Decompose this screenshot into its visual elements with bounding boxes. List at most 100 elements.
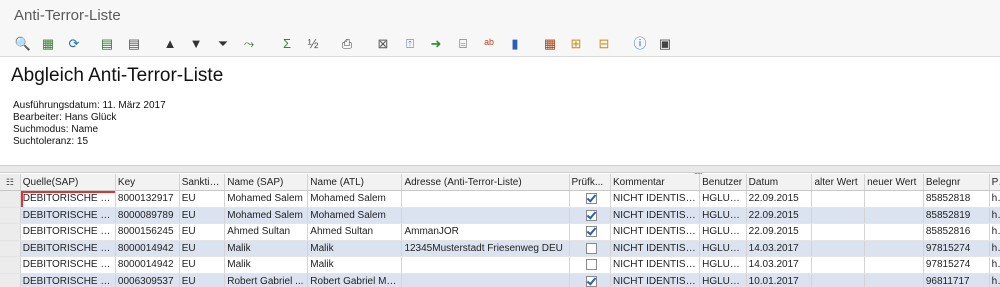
row-selector[interactable] — [0, 240, 21, 257]
column-header[interactable]: Name (ATL) — [307, 174, 403, 191]
meta-editor: Bearbeiter: Hans Glück — [13, 112, 117, 123]
table-row[interactable]: DEBITORISCHE GP 8000089789 EU Mohamed Salem… — [0, 207, 1000, 224]
print-icon[interactable]: ⎙ — [337, 33, 357, 53]
table-row[interactable]: DEBITORISCHE GP 8000014942 EU Malik Malik 123… — [0, 240, 1000, 257]
column-header[interactable]: Key — [115, 174, 180, 191]
meta-execution-date: Ausführungsdatum: 11. März 2017 — [13, 100, 166, 111]
layout-selector-icon[interactable]: ☷ — [0, 174, 21, 191]
checkbox[interactable] — [585, 193, 597, 205]
column-header[interactable]: Prüfk... — [569, 174, 611, 191]
cell-alter-wert — [811, 207, 866, 224]
row-selector[interactable] — [0, 256, 21, 274]
column-header[interactable]: Name (SAP) — [224, 174, 309, 191]
checkbox[interactable] — [585, 209, 597, 221]
detail-icon[interactable]: 🔍 — [13, 33, 33, 53]
cell-pdf: http — [989, 256, 1000, 274]
layout-icon[interactable]: ▦ — [540, 33, 560, 53]
cell-adresse: 12345Musterstadt Friesenweg DEU — [401, 240, 570, 257]
cell-sanktion: EU — [179, 207, 226, 224]
cell-pruefkennzeichen[interactable] — [569, 223, 611, 241]
sort-ascending-icon[interactable]: ▲ — [160, 33, 180, 53]
select-layout-icon[interactable]: ▤ — [97, 33, 117, 53]
column-header[interactable]: Benutzer — [699, 174, 747, 191]
cell-pruefkennzeichen[interactable] — [569, 240, 611, 257]
cell-neuer-wert — [864, 190, 924, 208]
export-icon[interactable]: ⍐ — [400, 33, 420, 53]
refresh-icon[interactable]: ⟳ — [64, 33, 84, 53]
cell-pruefkennzeichen[interactable] — [569, 256, 611, 274]
cell-benutzer: HGLUECK — [699, 223, 747, 241]
column-header[interactable]: neuer Wert — [864, 174, 924, 191]
title-bar: Anti-Terror-Liste — [0, 0, 1000, 30]
subtotal-icon[interactable]: ½ — [303, 33, 323, 53]
cell-belegnr: 85852816 — [923, 223, 990, 241]
filter-icon[interactable]: ⏷ — [213, 33, 233, 53]
layout-details-icon[interactable]: ▤ — [124, 33, 144, 53]
sum-icon[interactable]: Σ — [277, 33, 297, 53]
row-selector[interactable] — [0, 223, 21, 241]
column-header[interactable]: PDF — [989, 174, 1000, 191]
cell-key: 8000014942 — [115, 256, 180, 274]
column-header[interactable]: Sanktio... — [179, 174, 226, 191]
column-header[interactable]: Quelle(SAP) — [20, 174, 116, 191]
cell-sanktion: EU — [179, 223, 226, 241]
splitter[interactable]: ..... — [0, 165, 1000, 176]
cell-pdf: http — [989, 273, 1000, 287]
cell-adresse — [401, 273, 570, 287]
save-icon[interactable]: ▣ — [655, 33, 675, 53]
cell-name-sap: Mohamed Salem — [224, 190, 309, 208]
column-header[interactable]: Adresse (Anti-Terror-Liste) — [401, 174, 570, 191]
checkbox[interactable] — [585, 242, 597, 254]
cell-neuer-wert — [864, 207, 924, 224]
send-icon[interactable]: ➜ — [426, 33, 446, 53]
report-meta: Ausführungsdatum: 11. März 2017 Bearbeit… — [13, 100, 166, 148]
cell-pruefkennzeichen[interactable] — [569, 190, 611, 208]
cell-belegnr: 97815274 — [923, 256, 990, 274]
delete-filter-icon[interactable]: ⤳ — [239, 33, 259, 53]
column-header[interactable]: alter Wert — [811, 174, 866, 191]
row-selector[interactable] — [0, 207, 21, 224]
table-row[interactable]: DEBITORISCHE GP 8000132917 EU Mohamed Salem… — [0, 190, 1000, 208]
cell-datum: 22.09.2015 — [746, 223, 813, 241]
cell-pdf: http — [989, 207, 1000, 224]
cell-key: 8000132917 — [115, 190, 180, 208]
column-icon[interactable]: ⌸ — [453, 33, 473, 53]
row-selector[interactable] — [0, 273, 21, 287]
cell-datum: 10.01.2017 — [746, 273, 813, 287]
report-header: Abgleich Anti-Terror-Liste Ausführungsda… — [0, 57, 1000, 165]
cell-key: 8000156245 — [115, 223, 180, 241]
cell-pruefkennzeichen[interactable] — [569, 207, 611, 224]
cell-name-atl: Mohamed Salem — [307, 190, 403, 208]
report-title: Abgleich Anti-Terror-Liste — [11, 65, 224, 86]
cell-pdf: http — [989, 223, 1000, 241]
sort-descending-icon[interactable]: ▼ — [186, 33, 206, 53]
info-icon[interactable]: ⓘ — [630, 33, 650, 53]
column-header[interactable]: Belegnr — [923, 174, 990, 191]
column-header[interactable]: Datum — [746, 174, 813, 191]
column-header[interactable]: Kommentar — [610, 174, 701, 191]
cell-benutzer: HGLUECK — [699, 273, 747, 287]
view-icon[interactable]: ⊠ — [373, 33, 393, 53]
choose-layout-icon[interactable]: ⊞ — [566, 33, 586, 53]
checkbox[interactable] — [585, 226, 597, 238]
checkbox[interactable] — [585, 275, 597, 287]
table-row[interactable]: DEBITORISCHE GP 8000156245 EU Ahmed Sultan A… — [0, 223, 1000, 241]
row-selector[interactable] — [0, 190, 21, 208]
cell-alter-wert — [811, 273, 866, 287]
cell-quelle: DEBITORISCHE GP — [20, 223, 116, 241]
graphic-icon[interactable]: ▮ — [505, 33, 525, 53]
cell-key: 8000089789 — [115, 207, 180, 224]
cell-neuer-wert — [864, 240, 924, 257]
save-layout-icon[interactable]: ⊟ — [594, 33, 614, 53]
calculator-icon[interactable]: ▦ — [38, 33, 58, 53]
table-row[interactable]: DEBITORISCHE GP 0006309537 EU Robert Gabrie… — [0, 273, 1000, 287]
checkbox[interactable] — [585, 259, 597, 271]
abc-icon[interactable]: ᵃᵇ — [479, 33, 499, 53]
cell-datum: 14.03.2017 — [746, 256, 813, 274]
cell-pruefkennzeichen[interactable] — [569, 273, 611, 287]
table-row[interactable]: DEBITORISCHE GP 8000014942 EU Malik Malik NIC… — [0, 256, 1000, 274]
cell-adresse: AmmanJOR — [401, 223, 570, 241]
window-title: Anti-Terror-Liste — [14, 7, 121, 24]
cell-alter-wert — [811, 223, 866, 241]
cell-key: 0006309537 — [115, 273, 180, 287]
